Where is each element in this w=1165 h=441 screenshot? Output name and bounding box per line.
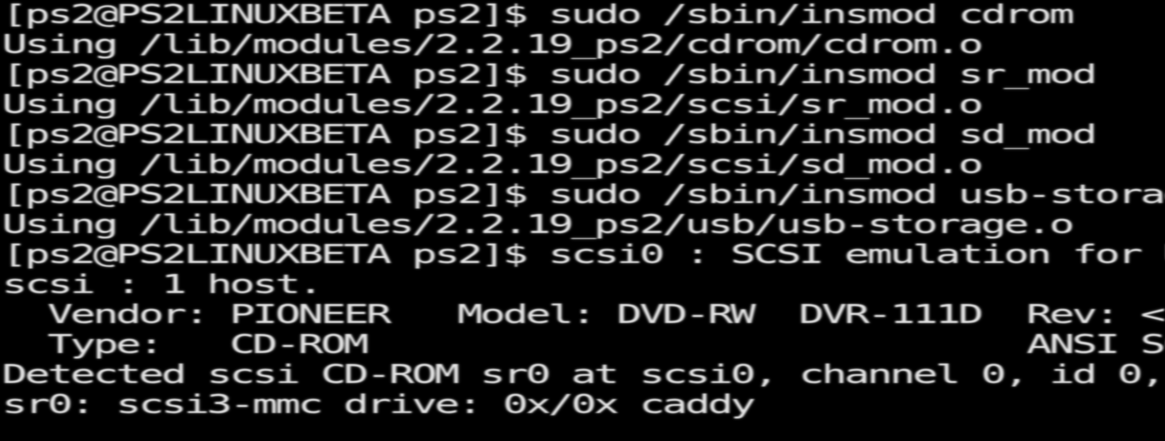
terminal-line: Using /lib/modules/2.2.19_ps2/cdrom/cdro… (2, 30, 984, 60)
terminal-line: Using /lib/modules/2.2.19_ps2/scsi/sr_mo… (2, 90, 984, 120)
terminal-output: [ps2@PS2LINUXBETA ps2]$ sudo /sbin/insmo… (2, 0, 1165, 441)
terminal-line: [ps2@PS2LINUXBETA ps2]$ sudo /sbin/insmo… (2, 180, 1165, 210)
terminal-window[interactable]: [ps2@PS2LINUXBETA ps2]$ sudo /sbin/insmo… (0, 0, 1165, 441)
terminal-line: Using /lib/modules/2.2.19_ps2/scsi/sd_mo… (2, 150, 984, 180)
terminal-line: Using /lib/modules/2.2.19_ps2/usb/usb-st… (2, 210, 1075, 240)
terminal-line: sr0: scsi3-mmc drive: 0x/0x caddy (2, 390, 756, 420)
terminal-cursor-line[interactable] (2, 420, 1165, 441)
terminal-line: Detected scsi CD-ROM sr0 at scsi0, chann… (2, 360, 1165, 390)
terminal-line: [ps2@PS2LINUXBETA ps2]$ sudo /sbin/insmo… (2, 60, 1097, 90)
terminal-line: [ps2@PS2LINUXBETA ps2]$ scsi0 : SCSI emu… (2, 240, 1165, 270)
terminal-line: Vendor: PIONEER Model: DVD-RW DVR-111D R… (2, 300, 1165, 330)
terminal-line: [ps2@PS2LINUXBETA ps2]$ sudo /sbin/insmo… (2, 120, 1097, 150)
terminal-line: Type: CD-ROM ANSI SCSI revision: 02 (47, 330, 1165, 360)
terminal-line: scsi : 1 host. (2, 270, 323, 300)
terminal-line: [ps2@PS2LINUXBETA ps2]$ sudo /sbin/insmo… (2, 0, 1075, 30)
